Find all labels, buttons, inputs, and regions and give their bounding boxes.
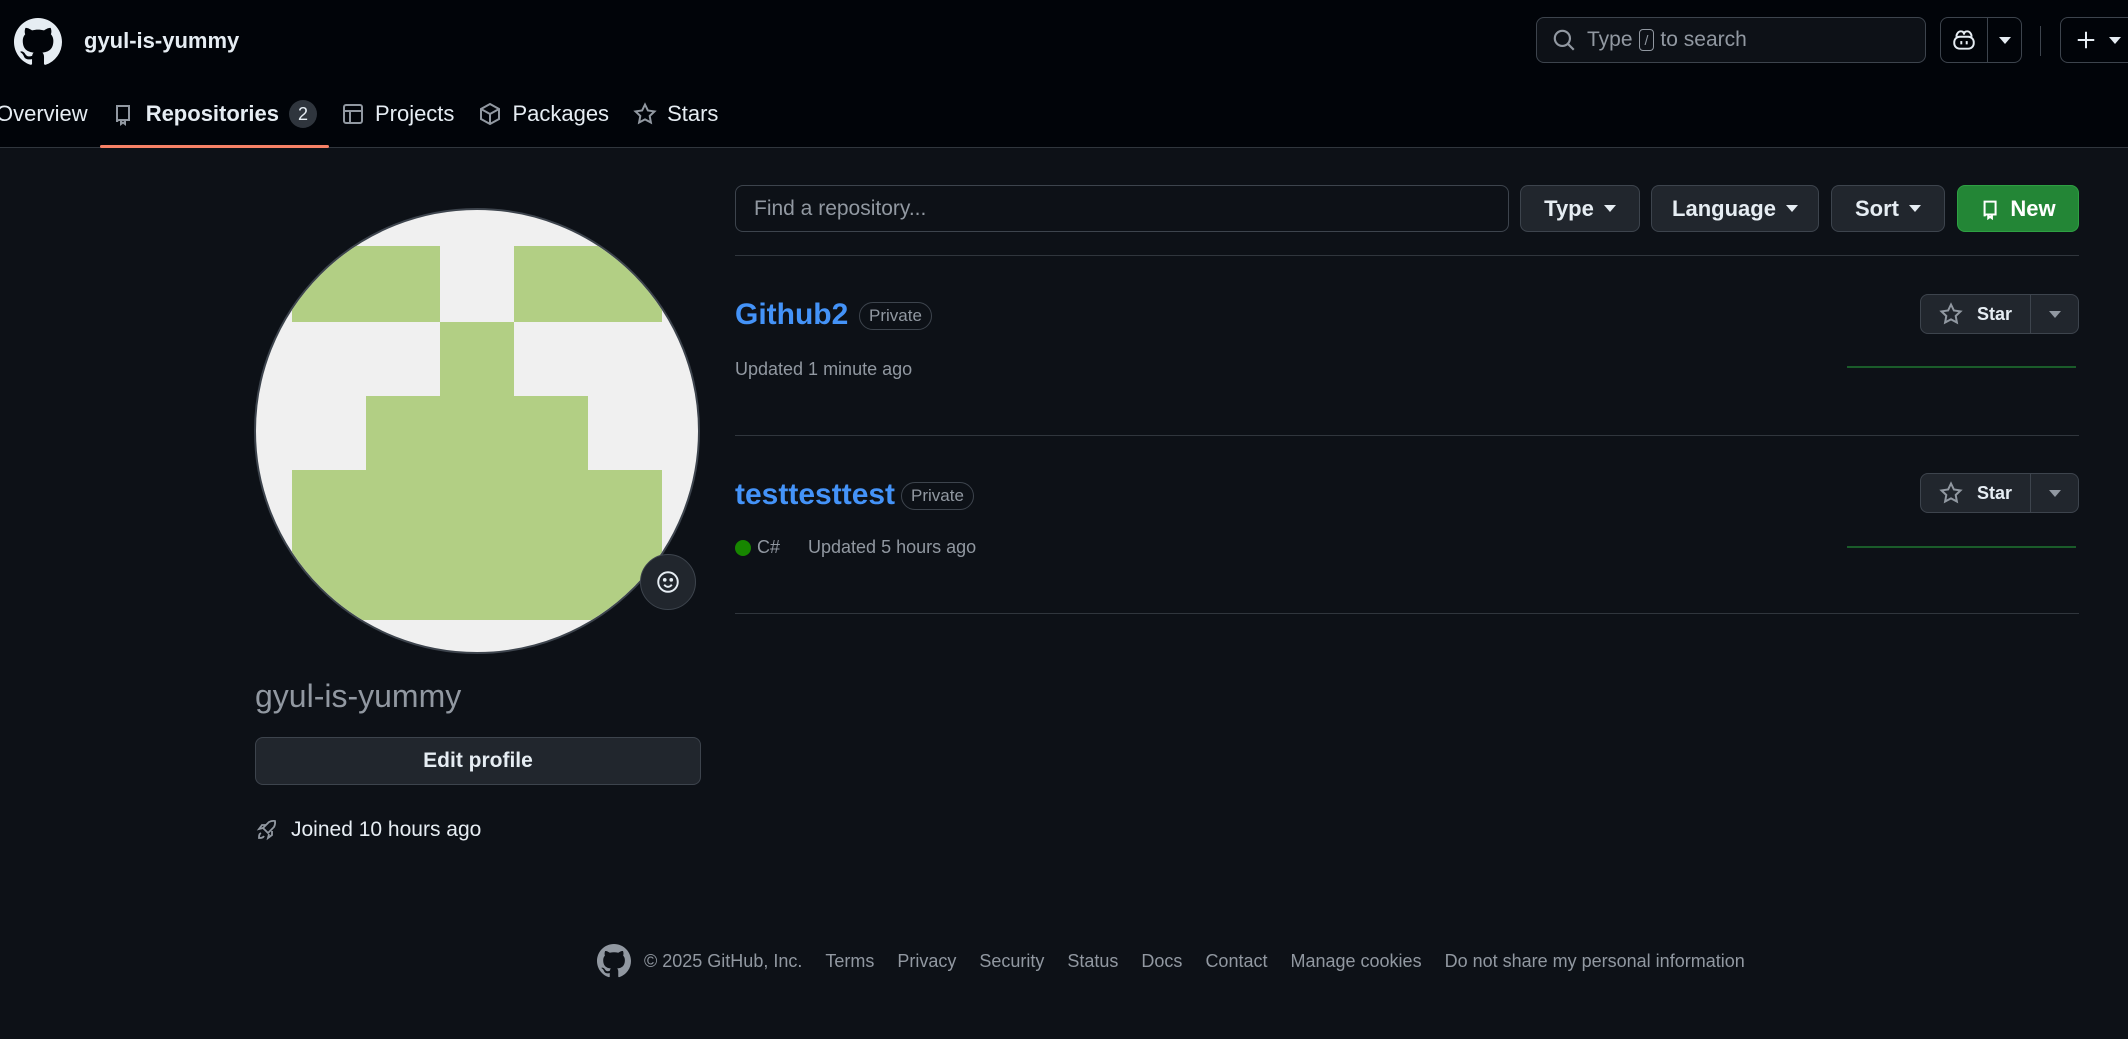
tab-label: Overview [0,101,88,126]
copilot-icon [1953,30,1975,50]
footer-link-terms[interactable]: Terms [825,951,874,972]
smiley-icon [657,571,679,593]
avatar-pixel [292,246,440,322]
footer-link-manage-cookies[interactable]: Manage cookies [1290,951,1421,972]
find-repository-input[interactable]: Find a repository... [735,185,1509,232]
footer-link-status[interactable]: Status [1067,951,1118,972]
star-button[interactable]: Star [1921,295,2031,333]
avatar-container [254,208,700,654]
footer-link-contact[interactable]: Contact [1205,951,1267,972]
avatar-pixel [292,470,662,620]
site-footer: © 2025 GitHub, Inc. Terms Privacy Securi… [597,944,1745,978]
avatar-pixel [366,396,588,470]
star-label: Star [1976,303,2012,324]
language-filter-button[interactable]: Language [1651,185,1819,232]
table-icon [342,104,363,124]
footer-link-security[interactable]: Security [979,951,1044,972]
new-label: New [2010,195,2056,221]
avatar-pixel [440,322,514,396]
chevron-down-icon [1909,205,1921,212]
rocket-icon [256,820,276,841]
chevron-down-icon [2048,310,2061,318]
chevron-down-icon [1603,205,1616,212]
set-status-button[interactable] [640,554,696,610]
visibility-badge: Private [859,302,932,330]
header-divider [2040,26,2041,56]
star-list-dropdown[interactable] [2031,474,2078,512]
joined-info: Joined 10 hours ago [255,818,481,842]
edit-profile-button[interactable]: Edit profile [255,737,701,785]
search-input[interactable]: Type / to search [1536,17,1926,63]
tab-label: Repositories [145,101,279,126]
type-filter-label: Type [1544,195,1594,221]
tab-packages[interactable]: Packages [466,94,621,134]
activity-sparkline [1847,366,2076,368]
repo-icon [115,105,130,126]
language-filter-label: Language [1672,195,1776,221]
footer-link-privacy[interactable]: Privacy [897,951,956,972]
create-new-button[interactable] [2060,17,2128,63]
star-button-group: Star [1920,473,2079,513]
tab-label: Stars [667,101,719,126]
profile-username: gyul-is-yummy [255,678,462,714]
joined-text: Joined 10 hours ago [291,818,482,841]
repo-link[interactable]: testtesttest [735,478,895,512]
profile-tabs: Overview Repositories 2 Projects Package… [0,94,730,148]
search-suffix: to search [1660,28,1747,51]
tab-overview[interactable]: Overview [0,94,100,134]
copilot-button-group [1940,17,2022,63]
star-icon [1939,481,1963,504]
new-repository-button[interactable]: New [1957,185,2079,232]
divider [735,613,2079,614]
copilot-button[interactable] [1941,18,1987,62]
chevron-down-icon [2109,36,2121,44]
chevron-down-icon [1785,205,1798,212]
updated-text: Updated 5 hours ago [808,537,977,557]
star-button[interactable]: Star [1921,474,2031,512]
copilot-dropdown-button[interactable] [1987,18,2021,62]
header-username[interactable]: gyul-is-yummy [84,28,239,54]
repo-icon [1983,200,1997,220]
updated-text: Updated 1 minute ago [735,359,913,379]
repo-count-badge: 2 [288,100,317,128]
language-color-dot [735,539,751,556]
global-header: gyul-is-yummy Type / to search Overview … [0,0,2128,148]
search-shortcut-key: / [1638,29,1655,51]
chevron-down-icon [1998,36,2011,44]
avatar-pixel [514,246,662,322]
sort-label: Sort [1855,195,1899,221]
visibility-badge: Private [901,482,974,510]
divider [735,255,2079,256]
repo-link[interactable]: Github2 [735,298,848,332]
activity-sparkline [1847,546,2076,548]
star-icon [1939,302,1963,325]
footer-link-docs[interactable]: Docs [1141,951,1182,972]
divider [735,435,2079,436]
plus-icon [2077,31,2095,49]
footer-link-do-not-share[interactable]: Do not share my personal information [1445,951,1745,972]
tab-label: Projects [374,101,455,126]
star-list-dropdown[interactable] [2031,295,2078,333]
footer-copyright: © 2025 GitHub, Inc. [644,950,803,971]
star-button-group: Star [1920,294,2079,334]
sort-button[interactable]: Sort [1831,185,1945,232]
package-icon [480,102,501,126]
repo-language: C# [757,537,781,557]
tab-repositories[interactable]: Repositories 2 [99,94,330,148]
repo-meta: Updated 1 minute ago [735,359,912,380]
search-prefix: Type [1587,28,1633,51]
star-icon [633,102,657,125]
github-logo-icon[interactable] [14,18,62,66]
star-label: Star [1976,482,2012,503]
github-mark-icon[interactable] [597,944,631,978]
tab-label: Packages [512,101,610,126]
tab-stars[interactable]: Stars [621,94,730,134]
repo-meta: C# Updated 5 hours ago [735,537,976,558]
avatar[interactable] [254,208,700,654]
type-filter-button[interactable]: Type [1520,185,1640,232]
chevron-down-icon [2048,489,2061,497]
search-icon [1553,29,1575,51]
tab-projects[interactable]: Projects [329,94,466,134]
